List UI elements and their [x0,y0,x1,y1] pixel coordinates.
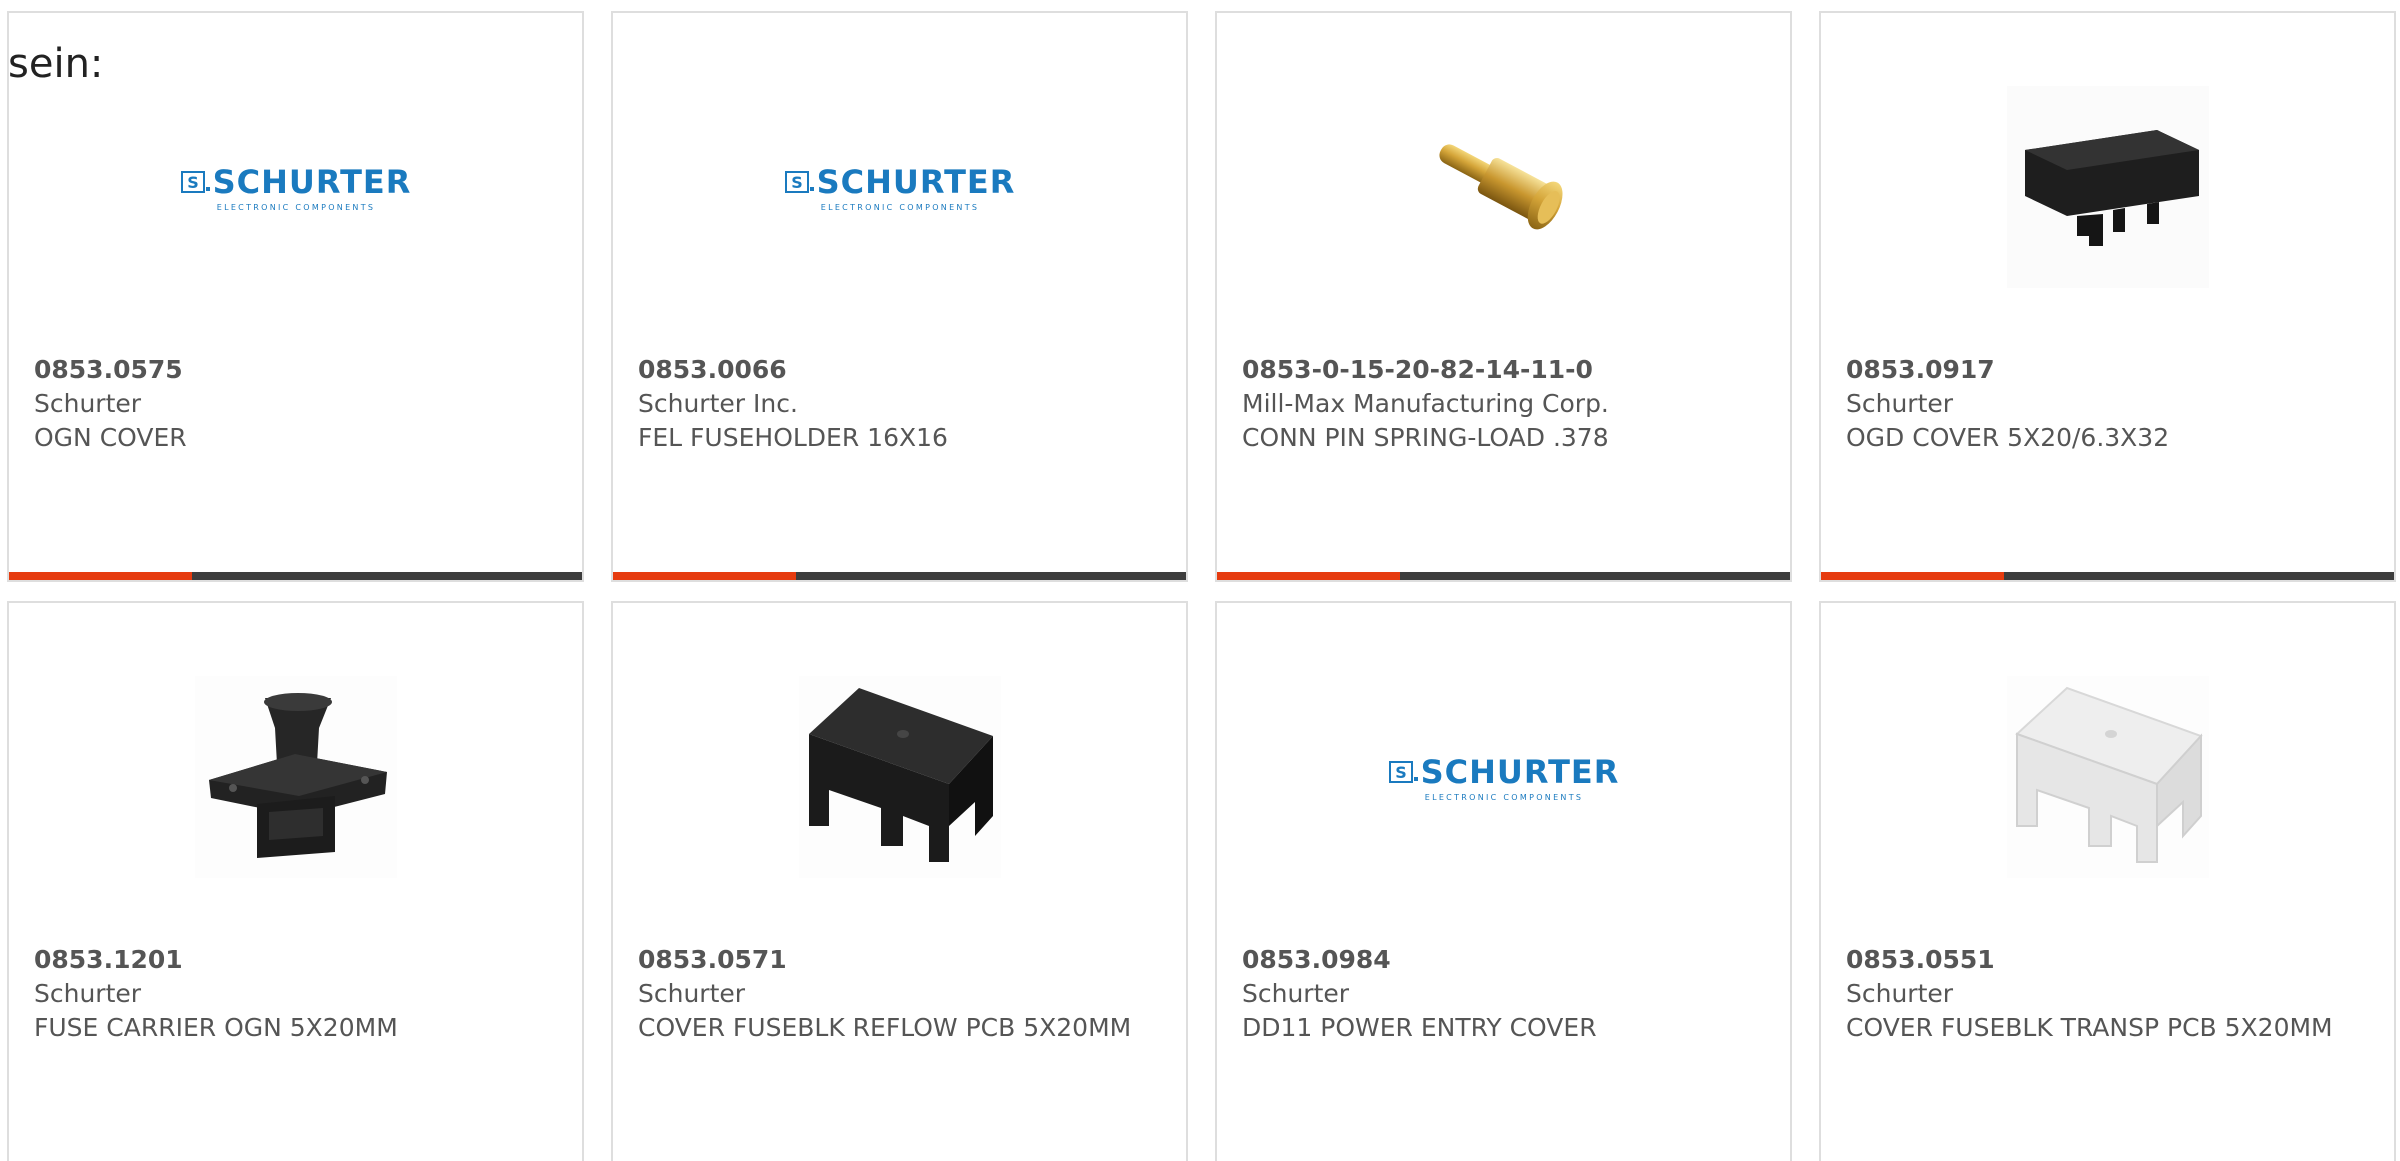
description: FEL FUSEHOLDER 16X16 [638,423,948,452]
manufacturer: Schurter [638,979,746,1008]
schurter-logo: S SCHURTER ELECTRONIC COMPONENTS [784,162,1016,212]
card-bottom-bar [1821,572,2394,580]
intro-text: sein: [8,41,104,87]
product-info: 0853.0984 Schurter DD11 POWER ENTRY COVE… [1242,943,1770,1045]
card-bottom-bar [1217,572,1790,580]
part-number-link[interactable]: 0853.0575 [34,353,562,387]
product-card[interactable]: 0853.1201 Schurter FUSE CARRIER OGN 5X20… [7,601,584,1161]
product-info: 0853.1201 Schurter FUSE CARRIER OGN 5X20… [34,943,562,1045]
black-cover-photo-icon [2007,86,2209,288]
part-number-link[interactable]: 0853.0984 [1242,943,1770,977]
manufacturer: Schurter [34,979,142,1008]
manufacturer: Schurter [1846,979,1954,1008]
product-image-transparent-fuseblock-cover[interactable] [2007,676,2209,878]
card-accent-bar [1821,572,2004,580]
part-number-link[interactable]: 0853.0917 [1846,353,2374,387]
schurter-mark-icon: S [180,170,210,193]
part-number-link[interactable]: 0853.1201 [34,943,562,977]
product-card[interactable]: 0853.0571 Schurter COVER FUSEBLK REFLOW … [611,601,1188,1161]
manufacturer: Mill-Max Manufacturing Corp. [1242,389,1609,418]
card-accent-bar [1217,572,1400,580]
manufacturer: Schurter [1242,979,1350,1008]
product-image-fuse-carrier[interactable] [195,676,397,878]
product-info: 0853.0917 Schurter OGD COVER 5X20/6.3X32 [1846,353,2374,455]
product-info: 0853.0066 Schurter Inc. FEL FUSEHOLDER 1… [638,353,1166,455]
logo-name: SCHURTER [816,162,1016,201]
product-card[interactable]: 0853.0551 Schurter COVER FUSEBLK TRANSP … [1819,601,2396,1161]
product-info: 0853.0571 Schurter COVER FUSEBLK REFLOW … [638,943,1166,1045]
product-card[interactable]: S SCHURTER ELECTRONIC COMPONENTS 0853.05… [7,11,584,582]
logo-tagline: ELECTRONIC COMPONENTS [216,202,376,212]
schurter-logo: S SCHURTER ELECTRONIC COMPONENTS [180,162,412,212]
logo-tagline: ELECTRONIC COMPONENTS [1424,792,1584,802]
card-accent-bar [613,572,796,580]
product-image-schurter-logo[interactable]: S SCHURTER ELECTRONIC COMPONENTS [180,86,410,288]
schurter-mark-icon: S [784,170,814,193]
part-number-link[interactable]: 0853.0551 [1846,943,2374,977]
manufacturer: Schurter [1846,389,1954,418]
product-image-schurter-logo[interactable]: S SCHURTER ELECTRONIC COMPONENTS [1388,676,1618,878]
description: FUSE CARRIER OGN 5X20MM [34,1013,398,1042]
logo-tagline: ELECTRONIC COMPONENTS [820,202,980,212]
product-card[interactable]: S SCHURTER ELECTRONIC COMPONENTS 0853.09… [1215,601,1792,1161]
black-fuseblock-cover-photo-icon [799,676,1001,878]
logo-name: SCHURTER [212,162,412,201]
description: COVER FUSEBLK TRANSP PCB 5X20MM [1846,1013,2333,1042]
card-accent-bar [9,572,192,580]
svg-text:S: S [187,173,199,192]
product-card[interactable]: 0853.0917 Schurter OGD COVER 5X20/6.3X32 [1819,11,2396,582]
product-grid-page: sein: S SCHURTER ELECTRONIC COMPONENTS 0… [0,0,2400,1161]
svg-text:S: S [1395,763,1407,782]
schurter-logo: S SCHURTER ELECTRONIC COMPONENTS [1388,752,1620,802]
svg-text:S: S [791,173,803,192]
description: OGN COVER [34,423,187,452]
product-image-schurter-logo[interactable]: S SCHURTER ELECTRONIC COMPONENTS [784,86,1014,288]
description: COVER FUSEBLK REFLOW PCB 5X20MM [638,1013,1132,1042]
card-bottom-bar [613,572,1186,580]
description: OGD COVER 5X20/6.3X32 [1846,423,2170,452]
product-card[interactable]: S SCHURTER ELECTRONIC COMPONENTS 0853.00… [611,11,1188,582]
product-image-black-fuseblock-cover[interactable] [799,676,1001,878]
description: DD11 POWER ENTRY COVER [1242,1013,1597,1042]
product-card[interactable]: 0853-0-15-20-82-14-11-0 Mill-Max Manufac… [1215,11,1792,582]
part-number-link[interactable]: 0853.0571 [638,943,1166,977]
product-info: 0853-0-15-20-82-14-11-0 Mill-Max Manufac… [1242,353,1770,455]
product-info: 0853.0575 Schurter OGN COVER [34,353,562,455]
card-bottom-bar [9,572,582,580]
logo-name: SCHURTER [1420,752,1620,791]
product-image-spring-pin[interactable] [1403,86,1605,288]
fuse-carrier-photo-icon [195,676,397,878]
manufacturer: Schurter Inc. [638,389,798,418]
schurter-mark-icon: S [1388,760,1418,783]
transparent-fuseblock-cover-photo-icon [2007,676,2209,878]
spring-pin-photo-icon [1439,144,1563,230]
description: CONN PIN SPRING-LOAD .378 [1242,423,1609,452]
part-number-link[interactable]: 0853-0-15-20-82-14-11-0 [1242,353,1770,387]
manufacturer: Schurter [34,389,142,418]
product-info: 0853.0551 Schurter COVER FUSEBLK TRANSP … [1846,943,2374,1045]
part-number-link[interactable]: 0853.0066 [638,353,1166,387]
product-image-black-cover[interactable] [2007,86,2209,288]
